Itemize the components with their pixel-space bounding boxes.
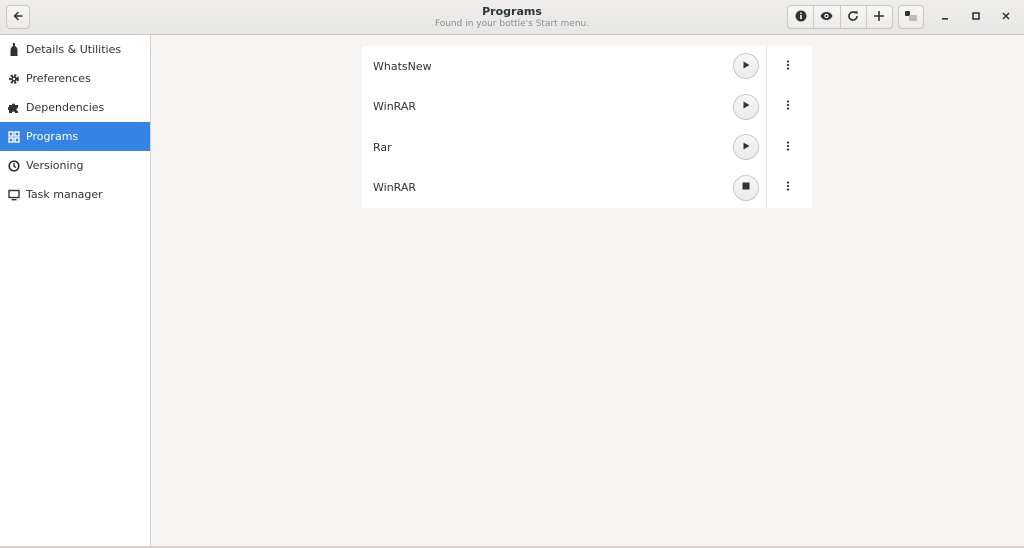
kebab-menu-icon <box>786 181 790 194</box>
play-icon <box>741 141 751 154</box>
info-icon <box>795 10 807 25</box>
back-button[interactable] <box>6 5 30 29</box>
stop-button[interactable] <box>733 174 759 201</box>
title-block: Programs Found in your bottle's Start me… <box>412 5 612 30</box>
stop-icon <box>741 181 751 194</box>
play-icon <box>741 100 751 113</box>
program-name: WhatsNew <box>373 59 432 73</box>
gear-icon <box>8 73 20 85</box>
maximize-icon <box>971 11 981 24</box>
run-button[interactable] <box>733 134 759 161</box>
eye-icon <box>820 11 833 24</box>
sidebar-toggle-button[interactable] <box>898 5 924 29</box>
program-menu-button[interactable] <box>778 137 798 157</box>
bottle-icon <box>8 43 20 56</box>
minimize-icon <box>940 11 950 24</box>
sidebar-item-label: Details & Utilities <box>26 43 122 56</box>
list-item: WinRAR <box>362 167 812 208</box>
kebab-menu-icon <box>786 60 790 73</box>
kebab-menu-icon <box>786 141 790 154</box>
run-button[interactable] <box>733 93 759 120</box>
header-bar: Programs Found in your bottle's Start me… <box>0 0 1024 35</box>
sidebar-item-label: Dependencies <box>26 101 105 114</box>
refresh-icon <box>847 10 859 25</box>
sidebar-item-programs[interactable]: Programs <box>0 122 150 151</box>
run-button[interactable] <box>733 53 759 80</box>
clock-icon <box>8 159 20 172</box>
program-name: WinRAR <box>373 181 417 195</box>
monitor-icon <box>8 189 20 201</box>
minimize-button[interactable] <box>937 9 953 25</box>
row-divider <box>766 46 767 87</box>
sidebar: Details & Utilities Preferences Dependen… <box>0 35 151 548</box>
sidebar-item-label: Versioning <box>26 159 84 172</box>
header-actions <box>787 5 893 29</box>
sidebar-toggle-icon <box>904 10 918 25</box>
page-title: Programs <box>482 5 542 18</box>
kebab-menu-icon <box>786 100 790 113</box>
row-divider <box>766 86 767 127</box>
sidebar-item-details[interactable]: Details & Utilities <box>0 35 150 64</box>
play-icon <box>741 60 751 73</box>
refresh-button[interactable] <box>841 6 867 28</box>
row-divider <box>766 127 767 168</box>
show-hidden-button[interactable] <box>814 6 841 28</box>
list-item: WhatsNew <box>362 46 812 87</box>
close-icon <box>1001 11 1011 24</box>
sidebar-item-dependencies[interactable]: Dependencies <box>0 93 150 122</box>
info-button[interactable] <box>788 6 815 28</box>
program-menu-button[interactable] <box>778 178 798 198</box>
puzzle-icon <box>8 102 20 114</box>
sidebar-item-versioning[interactable]: Versioning <box>0 151 150 180</box>
list-item: Rar <box>362 127 812 168</box>
program-menu-button[interactable] <box>778 97 798 117</box>
sidebar-item-preferences[interactable]: Preferences <box>0 64 150 93</box>
list-item: WinRAR <box>362 86 812 127</box>
add-program-button[interactable] <box>867 6 892 28</box>
sidebar-item-task-manager[interactable]: Task manager <box>0 180 150 209</box>
program-menu-button[interactable] <box>778 56 798 76</box>
sidebar-item-label: Preferences <box>26 72 91 85</box>
maximize-button[interactable] <box>968 9 984 25</box>
program-name: WinRAR <box>373 100 417 114</box>
page-subtitle: Found in your bottle's Start menu. <box>434 19 590 29</box>
row-divider <box>766 167 767 208</box>
program-name: Rar <box>373 140 392 154</box>
grid-icon <box>8 130 20 143</box>
sidebar-item-label: Programs <box>26 130 79 143</box>
arrow-left-icon <box>12 10 24 25</box>
programs-list: WhatsNew WinRAR Rar WinRAR <box>362 46 812 208</box>
close-button[interactable] <box>998 9 1014 25</box>
sidebar-item-label: Task manager <box>26 188 103 201</box>
plus-icon <box>873 10 885 25</box>
